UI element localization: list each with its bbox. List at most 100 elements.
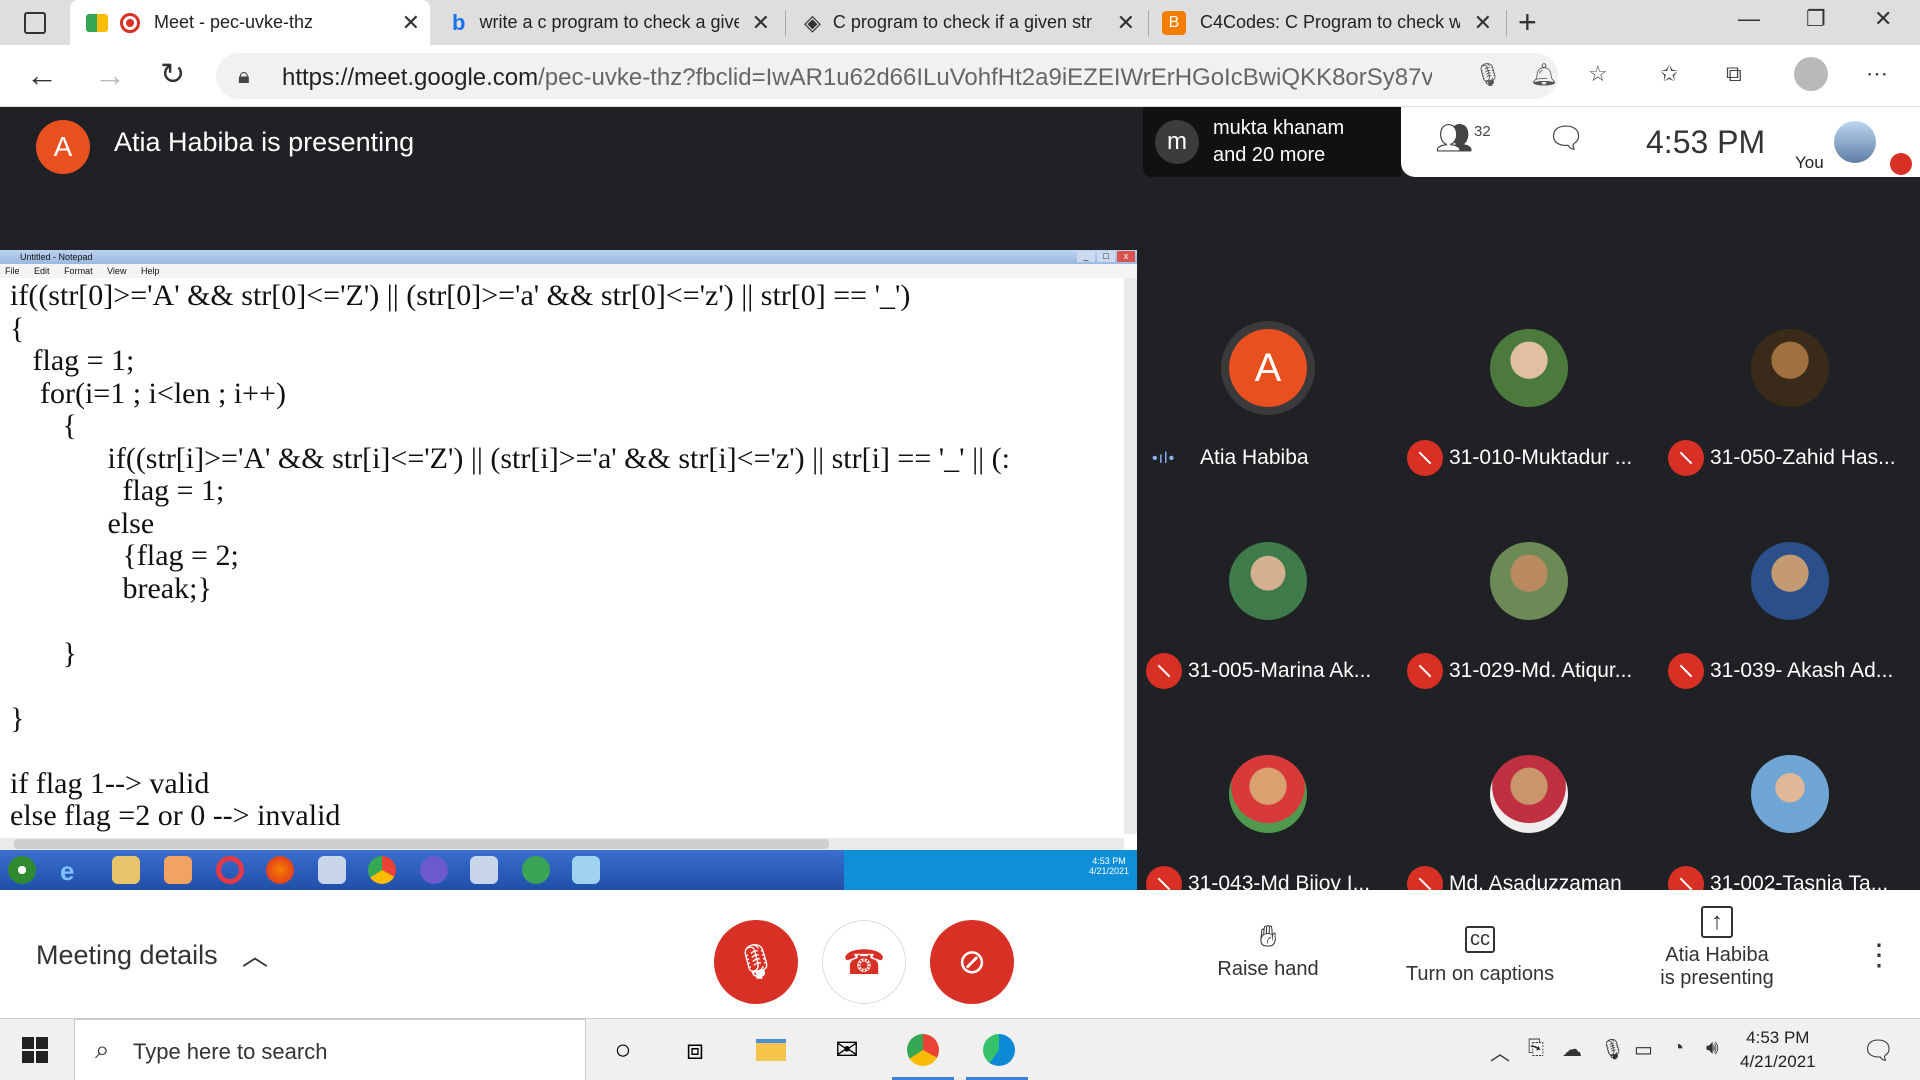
collections-icon[interactable]: ⧉ [1726, 61, 1742, 87]
cortana-icon[interactable]: ○ [604, 1031, 642, 1069]
restore-icon[interactable]: ❐ [1806, 6, 1826, 32]
onedrive-icon[interactable]: ☁︎ [1562, 1037, 1582, 1062]
chrome-icon[interactable] [904, 1031, 942, 1069]
edge-icon[interactable] [980, 1031, 1018, 1069]
chat-icon[interactable]: 🗨︎ [1547, 121, 1585, 156]
tab-bing[interactable]: b write a c program to check a give ✕ [440, 0, 780, 45]
leave-call-button[interactable]: ☎︎ [822, 920, 906, 1004]
people-icon[interactable]: 👥︎ [1435, 121, 1473, 156]
presenting-banner: Atia Habiba is presenting [114, 127, 415, 157]
minimize-icon[interactable]: — [1738, 6, 1760, 32]
notification-center-icon[interactable]: 🗨︎ [1862, 1035, 1895, 1066]
tab-meet[interactable]: Meet - pec-uvke-thz ✕ [70, 0, 430, 45]
captions-button[interactable]: cc Turn on captions [1390, 920, 1570, 986]
mic-toggle-button[interactable]: 🎙︎ [714, 920, 798, 1004]
microphone-icon[interactable]: 🎙︎ [1474, 62, 1502, 88]
new-tab-icon[interactable]: + [1518, 4, 1537, 41]
mic-off-icon [1407, 440, 1443, 476]
more-options-icon[interactable]: ⋮ [1864, 938, 1894, 973]
profile-avatar[interactable] [1794, 57, 1828, 91]
microphone-icon[interactable]: 🎙︎ [1600, 1037, 1625, 1062]
menu-file: File [5, 266, 20, 276]
avatar [1490, 329, 1568, 407]
notepad-text: if((str[0]>='A' && str[0]<='Z') || (str[… [10, 280, 1010, 832]
notification-blocked-icon[interactable]: 🔔︎ [1530, 62, 1558, 88]
participant-tile[interactable]: 31-005-Marina Ak... [1136, 505, 1398, 718]
participant-name: 31-029-Md. Atiqur... [1449, 659, 1633, 682]
avatar [1229, 755, 1307, 833]
tool-icon [318, 856, 346, 884]
file-explorer-icon[interactable] [752, 1031, 790, 1069]
taskbar-search[interactable]: ⌕ Type here to search [74, 1019, 586, 1080]
participant-tile[interactable]: 31-050-Zahid Has... [1658, 292, 1920, 505]
battery-icon[interactable]: ▭ [1634, 1037, 1653, 1062]
mail-icon[interactable]: ✉︎ [828, 1031, 866, 1069]
task-view-icon[interactable]: ⧈ [676, 1031, 714, 1069]
participant-tile[interactable]: A •ıl• Atia Habiba [1136, 292, 1398, 505]
more-icon[interactable]: ⋯ [1866, 61, 1888, 87]
chevron-up-icon[interactable]: ︿ [242, 936, 268, 973]
menu-view: View [107, 266, 127, 276]
close-icon: x [1117, 251, 1135, 262]
tab-c4codes[interactable]: B C4Codes: C Program to check wh ✕ [1152, 0, 1502, 45]
captions-label: Turn on captions [1405, 963, 1555, 985]
clock-date: 4/21/2021 [1740, 1052, 1816, 1071]
viber-icon [420, 856, 448, 884]
close-window-icon[interactable]: ✕ [1874, 6, 1892, 32]
mic-off-icon: 🎙︎ [734, 943, 778, 981]
url-path: /pec-uvke-thz?fbclid=IwAR1u62d66ILuVohfH… [538, 64, 1432, 91]
shared-clock: 4:53 PM 4/21/2021 [1089, 856, 1129, 876]
meet-top-bar: 👥︎ 32 🗨︎ 4:53 PM You [1401, 107, 1920, 177]
tab-title: C4Codes: C Program to check wh [1200, 12, 1460, 32]
meet-now-icon[interactable]: ⎘ [1528, 1037, 1544, 1060]
chip-line-1: mukta khanam [1213, 117, 1345, 139]
tab-separator [1506, 10, 1507, 36]
present-status-button[interactable]: ↑ Atia Habiba is presenting [1630, 906, 1804, 990]
participant-tile[interactable]: 31-010-Muktadur ... [1397, 292, 1659, 505]
avatar: m [1155, 120, 1199, 164]
notepad-task-icon [572, 856, 600, 884]
close-tab-icon[interactable]: ✕ [1117, 10, 1135, 36]
start-orb-icon [8, 856, 36, 884]
participant-name: 31-010-Muktadur ... [1449, 446, 1633, 469]
firefox-icon [266, 856, 294, 884]
you-label: You [1795, 153, 1824, 172]
url-text: https://meet.google.com/pec-uvke-thz?fbc… [282, 64, 1432, 92]
tab-separator [785, 10, 786, 36]
wifi-icon[interactable]: ◔ [1672, 1037, 1684, 1060]
shared-clock-date: 4/21/2021 [1088, 866, 1129, 876]
folder-icon [112, 856, 140, 884]
participant-tile[interactable]: 31-039- Akash Ad... [1658, 505, 1920, 718]
window-menu-icon[interactable] [24, 12, 46, 34]
forward-icon[interactable]: → [94, 57, 126, 94]
meeting-details-button[interactable]: Meeting details [36, 940, 218, 971]
taskbar-clock[interactable]: 4:53 PM 4/21/2021 [1740, 1026, 1816, 1074]
shared-clock-time: 4:53 PM [1092, 856, 1126, 866]
close-tab-icon[interactable]: ✕ [1474, 10, 1492, 36]
maximize-icon: □ [1097, 251, 1115, 262]
show-hidden-icons[interactable]: ︿ [1490, 1037, 1510, 1066]
favorites-icon[interactable]: ✩ [1660, 61, 1678, 87]
tab-c-program[interactable]: ◈ C program to check if a given str ✕ [790, 0, 1145, 45]
notepad-menu: File Edit Format View Help [0, 264, 1137, 278]
camera-toggle-button[interactable]: ⊘ [930, 920, 1014, 1004]
refresh-icon[interactable]: ↻ [160, 57, 185, 92]
mic-off-icon [1146, 653, 1182, 689]
back-icon[interactable]: ← [26, 57, 58, 94]
captions-icon: cc [1465, 926, 1495, 953]
minimize-icon: _ [1077, 251, 1095, 262]
participants-chip[interactable]: m mukta khanam and 20 more [1143, 107, 1401, 177]
volume-icon[interactable]: 🔊︎ [1706, 1037, 1719, 1060]
windows-start-icon[interactable] [22, 1037, 48, 1063]
blogger-icon: B [1162, 10, 1186, 35]
chrome-icon [368, 856, 396, 884]
participant-tile[interactable]: 31-029-Md. Atiqur... [1397, 505, 1659, 718]
self-avatar[interactable] [1834, 121, 1876, 163]
notepad-window-controls: _ □ x [1075, 251, 1135, 262]
meet-clock: 4:53 PM [1646, 124, 1766, 160]
raise-hand-button[interactable]: ✋︎ Raise hand [1198, 920, 1338, 981]
close-tab-icon[interactable]: ✕ [752, 10, 770, 36]
address-bar[interactable]: 🔒︎ https://meet.google.com/pec-uvke-thz?… [216, 53, 1558, 99]
add-favorite-icon[interactable]: ☆ [1588, 61, 1608, 87]
close-tab-icon[interactable]: ✕ [402, 10, 420, 36]
